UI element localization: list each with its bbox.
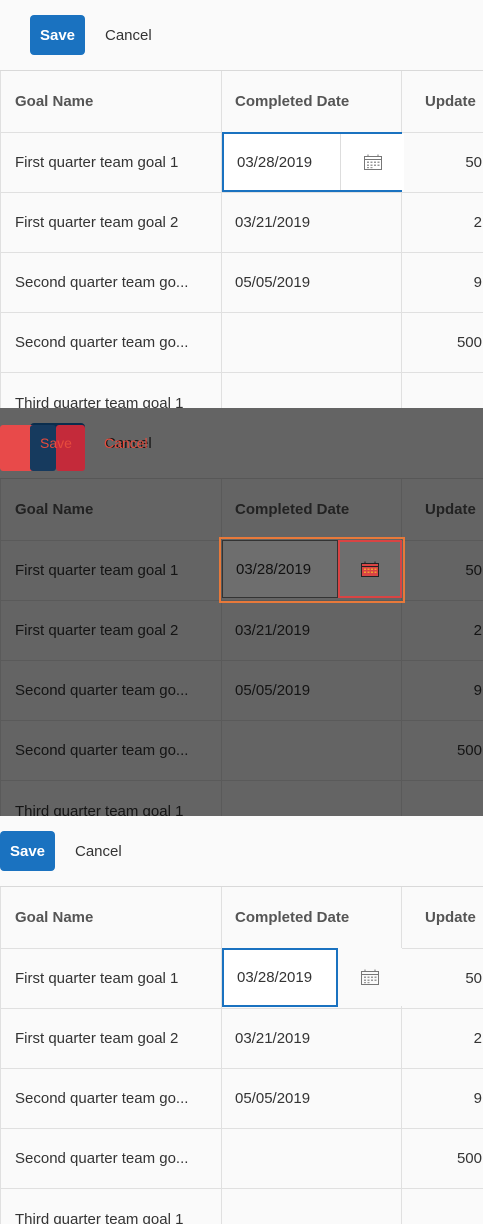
toolbar: Save Cancel bbox=[0, 816, 483, 886]
update-cell[interactable]: 500 bbox=[401, 313, 483, 372]
table-row[interactable]: Second quarter team go... 05/05/2019 9 bbox=[0, 252, 483, 312]
goal-name-cell[interactable]: First quarter team goal 1 bbox=[0, 949, 221, 1008]
update-cell[interactable] bbox=[401, 373, 483, 408]
header-goal-name[interactable]: Goal Name bbox=[0, 71, 221, 132]
date-editor: 03/28/2019 bbox=[222, 132, 404, 192]
goal-name-cell[interactable]: First quarter team goal 2 bbox=[0, 193, 221, 252]
goal-name-cell[interactable]: Third quarter team goal 1 bbox=[0, 1189, 221, 1224]
toolbar: Save Cancel bbox=[0, 0, 483, 70]
grid-header: Goal Name Completed Date Update bbox=[0, 70, 483, 132]
cancel-button[interactable]: Cancel bbox=[75, 831, 122, 871]
header-goal-name[interactable]: Goal Name bbox=[0, 887, 221, 948]
date-picker-button[interactable] bbox=[338, 540, 402, 598]
update-cell[interactable]: 2 bbox=[401, 1009, 483, 1068]
update-cell[interactable]: 2 bbox=[401, 193, 483, 252]
table-row[interactable]: Second quarter team go... 05/05/2019 9 bbox=[0, 1068, 483, 1128]
goal-name-cell[interactable]: First quarter team goal 2 bbox=[0, 1009, 221, 1068]
header-update[interactable]: Update bbox=[401, 887, 483, 948]
completed-date-cell[interactable]: 03/21/2019 bbox=[221, 193, 401, 252]
table-row[interactable]: First quarter team goal 2 03/21/2019 2 bbox=[0, 1008, 483, 1068]
completed-date-cell[interactable] bbox=[221, 1129, 401, 1188]
date-input[interactable]: 03/28/2019 bbox=[222, 948, 338, 1007]
table-row[interactable]: Third quarter team goal 1 bbox=[0, 1188, 483, 1224]
date-picker-button[interactable] bbox=[338, 948, 402, 1006]
update-cell[interactable] bbox=[401, 1189, 483, 1224]
completed-date-cell[interactable] bbox=[221, 313, 401, 372]
update-cell[interactable]: 50 bbox=[401, 133, 483, 192]
table-row[interactable]: Second quarter team go... 500 bbox=[0, 312, 483, 372]
calendar-icon bbox=[363, 154, 382, 170]
goal-name-cell[interactable]: Second quarter team go... bbox=[0, 253, 221, 312]
screen-state-2: Save Cancel Goal Name Completed Date Upd… bbox=[0, 408, 483, 816]
date-editor: 03/28/2019 bbox=[219, 537, 405, 603]
calendar-icon bbox=[361, 969, 379, 985]
grid-header: Goal Name Completed Date Update bbox=[0, 886, 483, 948]
screen-state-3: Save Cancel Goal Name Completed Date Upd… bbox=[0, 816, 483, 1224]
goal-name-cell[interactable]: Second quarter team go... bbox=[0, 313, 221, 372]
header-completed-date[interactable]: Completed Date bbox=[221, 71, 401, 132]
highlight-cancel-label: Cancel bbox=[104, 435, 148, 451]
update-cell[interactable]: 9 bbox=[401, 253, 483, 312]
completed-date-cell[interactable] bbox=[221, 1189, 401, 1224]
update-cell[interactable]: 50 bbox=[401, 949, 483, 1008]
completed-date-cell[interactable]: 05/05/2019 bbox=[221, 253, 401, 312]
date-picker-button[interactable] bbox=[340, 134, 404, 190]
highlight-save-label: Save bbox=[40, 435, 72, 451]
save-button[interactable]: Save bbox=[0, 831, 55, 871]
goal-name-cell[interactable]: Second quarter team go... bbox=[0, 1129, 221, 1188]
date-editor: 03/28/2019 bbox=[222, 948, 402, 1008]
table-row[interactable]: Third quarter team goal 1 bbox=[0, 372, 483, 408]
completed-date-cell[interactable]: 03/21/2019 bbox=[221, 1009, 401, 1068]
header-completed-date[interactable]: Completed Date bbox=[221, 887, 401, 948]
screen-state-1: Save Cancel Goal Name Completed Date Upd… bbox=[0, 0, 483, 408]
header-update[interactable]: Update bbox=[401, 71, 483, 132]
table-row[interactable]: First quarter team goal 2 03/21/2019 2 bbox=[0, 192, 483, 252]
update-cell[interactable]: 9 bbox=[401, 1069, 483, 1128]
goal-name-cell[interactable]: First quarter team goal 1 bbox=[0, 133, 221, 192]
goal-name-cell[interactable]: Second quarter team go... bbox=[0, 1069, 221, 1128]
date-input[interactable]: 03/28/2019 bbox=[224, 134, 340, 190]
calendar-icon bbox=[361, 561, 379, 577]
table-row[interactable]: Second quarter team go... 500 bbox=[0, 1128, 483, 1188]
cancel-button[interactable]: Cancel bbox=[105, 15, 152, 55]
completed-date-cell[interactable] bbox=[221, 373, 401, 408]
save-button[interactable]: Save bbox=[30, 15, 85, 55]
date-input[interactable]: 03/28/2019 bbox=[222, 540, 338, 598]
update-cell[interactable]: 500 bbox=[401, 1129, 483, 1188]
goal-name-cell[interactable]: Third quarter team goal 1 bbox=[0, 373, 221, 408]
completed-date-cell[interactable]: 05/05/2019 bbox=[221, 1069, 401, 1128]
